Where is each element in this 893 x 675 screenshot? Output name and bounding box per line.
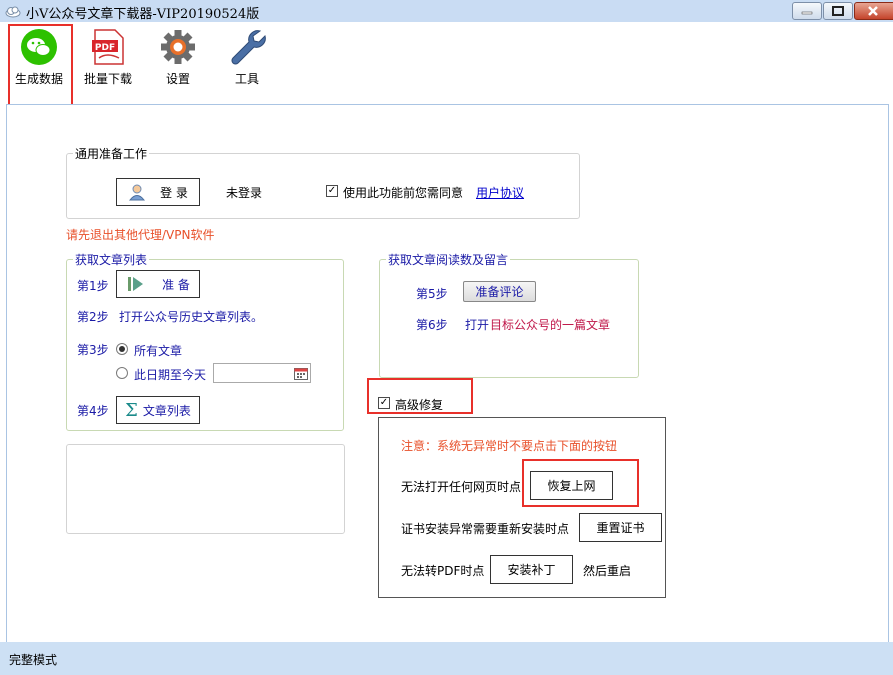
step2-text: 打开公众号历史文章列表。 [119,310,264,324]
advanced-repair-checkbox[interactable]: ✓ [378,397,390,409]
pdf-label: 无法转PDF时点 [401,564,485,578]
all-articles-label: 所有文章 [134,344,183,358]
toolbar: 生成数据 PDF 批量下载 设置 工具 [0,22,893,106]
status-bar: 完整模式 [0,642,893,675]
prepare-comments-button[interactable]: 准备评论 [463,281,536,302]
step5-label: 第5步 [416,287,448,301]
svg-text:PDF: PDF [95,43,115,53]
login-status: 未登录 [226,186,263,200]
article-list-button-label: 文章列表 [142,403,191,418]
mode-status: 完整模式 [9,653,58,667]
consent-label: 使用此功能前您需同意 [343,186,464,200]
log-area [66,444,345,534]
sigma-icon: Σ [125,399,138,421]
article-list-button[interactable]: Σ 文章列表 [116,396,200,424]
login-label: 登 录 [160,185,188,200]
restart-label: 然后重启 [583,564,632,578]
user-agreement-link[interactable]: 用户协议 [476,184,524,201]
close-button[interactable] [854,2,893,20]
date-range-radio[interactable] [116,367,128,379]
login-button[interactable]: 登 录 [116,178,200,206]
highlight-frame-generate [8,24,73,106]
reads-legend: 获取文章阅读数及留言 [386,251,511,268]
settings-label: 设置 [165,72,190,86]
tools-tool[interactable]: 工具 [216,22,278,88]
prepare-label: 准 备 [162,277,190,292]
maximize-icon [832,6,844,16]
reset-cert-button[interactable]: 重置证书 [579,513,662,542]
user-icon [129,184,146,201]
step6-target: 目标公众号的一篇文章 [490,318,611,332]
step3-label: 第3步 [77,343,109,357]
date-range-label: 此日期至今天 [134,368,207,382]
wrench-icon [231,30,266,65]
proxy-warning: 请先退出其他代理/VPN软件 [66,228,215,242]
install-patch-button[interactable]: 安装补丁 [490,555,573,584]
step4-label: 第4步 [77,404,109,418]
advanced-note: 注意：系统无异常时不要点击下面的按钮 [401,439,618,453]
minimize-button[interactable] [792,2,822,20]
maximize-button[interactable] [823,2,853,20]
consent-checkbox[interactable]: ✓ [326,185,338,197]
step1-label: 第1步 [77,279,109,293]
calendar-icon [294,368,308,380]
prep-legend: 通用准备工作 [73,145,150,162]
batch-download-label: 批量下载 [83,72,132,86]
prepare-button[interactable]: 准 备 [116,270,200,298]
window-title: 小V公众号文章下载器-VIP20190524版 [26,7,260,22]
step6-prefix: 打开 [465,318,490,332]
cert-label: 证书安装异常需要重新安装时点 [401,522,570,536]
step6-label: 第6步 [416,318,448,332]
minimize-icon [801,11,813,15]
article-list-legend: 获取文章列表 [73,251,150,268]
pdf-icon: PDF [92,29,124,65]
settings-tool[interactable]: 设置 [147,22,209,88]
step2-label: 第2步 [77,310,109,324]
play-icon [128,277,144,291]
net-label: 无法打开任何网页时点 [401,480,522,494]
app-cloud-icon [5,6,21,18]
gear-icon [161,30,195,64]
highlight-frame-restore [522,459,639,507]
title-bar: 小V公众号文章下载器-VIP20190524版 [0,0,893,23]
all-articles-radio[interactable] [116,343,128,355]
close-icon [868,6,878,16]
batch-download-tool[interactable]: PDF 批量下载 [77,22,139,88]
tools-label: 工具 [234,72,259,86]
advanced-repair-label: 高级修复 [395,398,444,412]
date-picker-input[interactable] [213,363,311,383]
